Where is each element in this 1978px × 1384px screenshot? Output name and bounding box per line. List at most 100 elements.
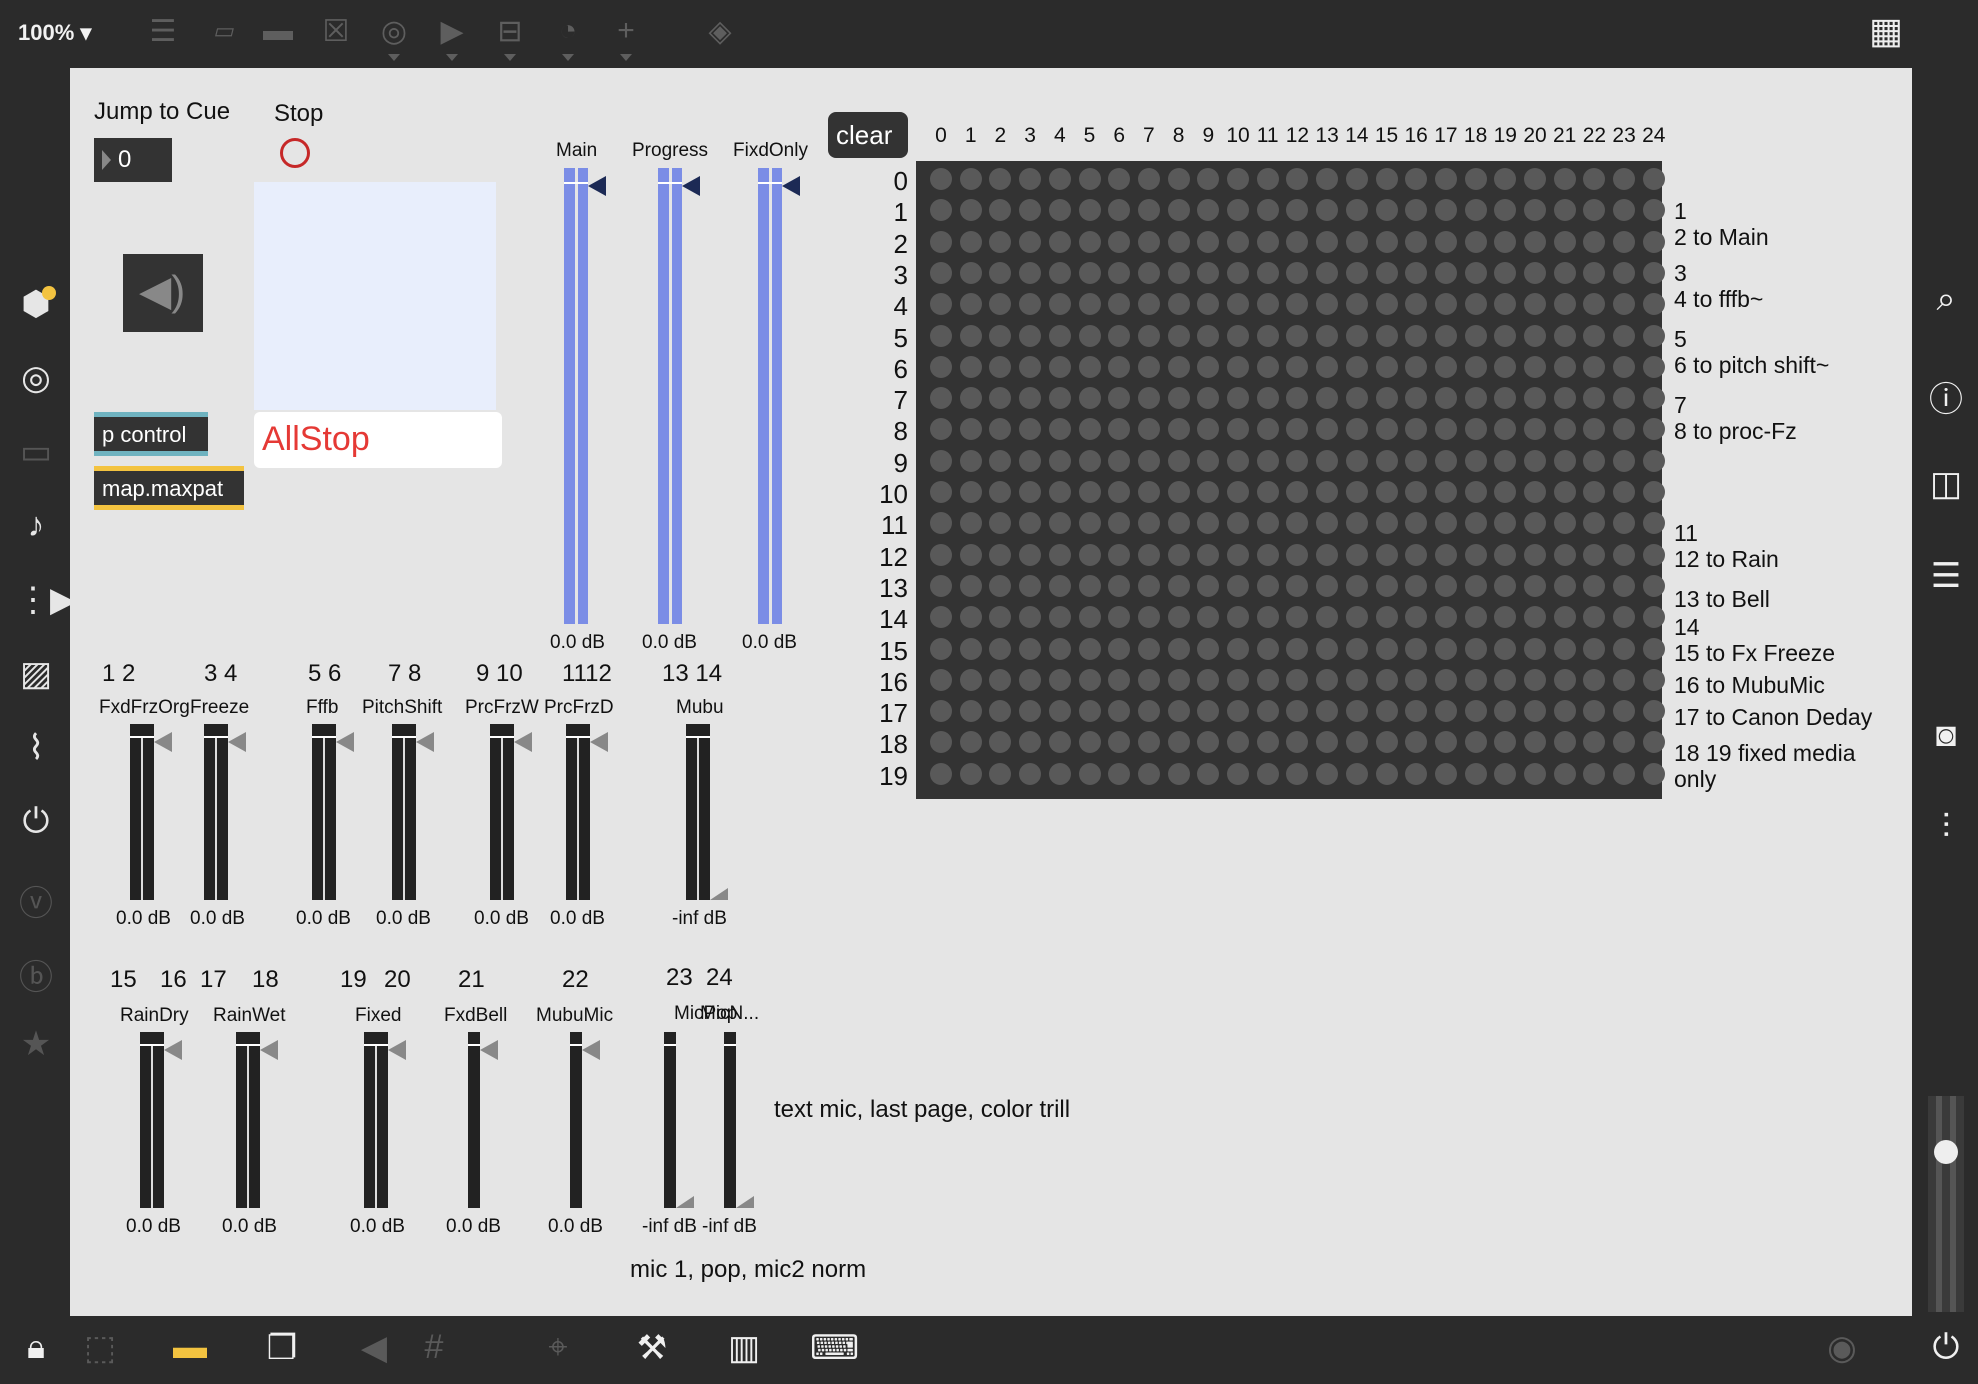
fixdonly-gain-meter[interactable] [758, 168, 782, 624]
matrix-cell[interactable] [1345, 543, 1368, 566]
matrix-cell[interactable] [1434, 731, 1457, 754]
matrix-cell[interactable] [1405, 418, 1428, 441]
matrix-cell[interactable] [1524, 606, 1546, 629]
matrix-cell[interactable] [1375, 449, 1398, 472]
matrix-cell[interactable] [1405, 762, 1428, 785]
mute-icon[interactable]: ◀ [350, 1328, 398, 1368]
matrix-cell[interactable] [1553, 418, 1576, 441]
matrix-cell[interactable] [1375, 324, 1398, 347]
matrix-cell[interactable] [1019, 199, 1042, 222]
matrix-cell[interactable] [959, 449, 982, 472]
matrix-cell[interactable] [1405, 324, 1428, 347]
matrix-cell[interactable] [1048, 230, 1071, 253]
matrix-cell[interactable] [1583, 574, 1606, 597]
wrench-icon[interactable]: ⚒ [628, 1328, 676, 1368]
matrix-cell[interactable] [1048, 731, 1071, 754]
matrix-cell[interactable] [959, 387, 982, 410]
matrix-cell[interactable] [1286, 762, 1309, 785]
matrix-cell[interactable] [1167, 449, 1190, 472]
matrix-cell[interactable] [1642, 606, 1665, 629]
matrix-cell[interactable] [1048, 762, 1071, 785]
matrix-cell[interactable] [1375, 418, 1398, 441]
matrix-cell[interactable] [1375, 543, 1398, 566]
matrix-cell[interactable] [1494, 637, 1517, 660]
matrix-cell[interactable] [1048, 324, 1071, 347]
matrix-cell[interactable] [989, 762, 1012, 785]
matrix-cell[interactable] [1256, 762, 1279, 785]
gain-slider-handle[interactable] [260, 1040, 278, 1060]
matrix-cell[interactable] [989, 355, 1012, 378]
matrix-cell[interactable] [1227, 418, 1249, 441]
matrix-cell[interactable] [1286, 574, 1309, 597]
message-icon[interactable]: ▭ [203, 18, 243, 44]
matrix-cell[interactable] [1048, 418, 1071, 441]
matrix-cell[interactable] [1494, 700, 1517, 723]
matrix-cell[interactable] [1286, 731, 1309, 754]
matrix-cell[interactable] [1078, 731, 1101, 754]
matrix-cell[interactable] [1642, 731, 1665, 754]
matrix-cell[interactable] [1583, 230, 1606, 253]
matrix-cell[interactable] [1227, 261, 1249, 284]
matrix-cell[interactable] [1583, 481, 1606, 503]
matrix-cell[interactable] [959, 168, 982, 190]
matrix-cell[interactable] [1464, 293, 1487, 316]
matrix-cell[interactable] [1405, 512, 1428, 535]
progress-gain-meter[interactable] [658, 168, 682, 624]
matrix-cell[interactable] [1108, 293, 1131, 316]
matrix-cell[interactable] [1494, 199, 1517, 222]
grid-icon[interactable]: # [410, 1328, 458, 1367]
matrix-cell[interactable] [1227, 668, 1249, 691]
matrix-cell[interactable] [1108, 543, 1131, 566]
matrix-cell[interactable] [1553, 543, 1576, 566]
matrix-cell[interactable] [1167, 199, 1190, 222]
matrix-cell[interactable] [989, 731, 1012, 754]
matrix-cell[interactable] [1227, 387, 1249, 410]
matrix-cell[interactable] [1613, 637, 1636, 660]
matrix-cell[interactable] [1227, 230, 1249, 253]
matrix-cell[interactable] [1375, 387, 1398, 410]
matrix-cell[interactable] [959, 418, 982, 441]
matrix-cell[interactable] [1019, 574, 1042, 597]
matrix-cell[interactable] [1524, 324, 1546, 347]
volume-meter[interactable] [1928, 1096, 1964, 1312]
matrix-cell[interactable] [1227, 324, 1249, 347]
matrix-cell[interactable] [1345, 324, 1368, 347]
matrix-cell[interactable] [1583, 637, 1606, 660]
matrix-cell[interactable] [1048, 700, 1071, 723]
matrix-cell[interactable] [1375, 293, 1398, 316]
matrix-cell[interactable] [1137, 512, 1160, 535]
matrix-cell[interactable] [1434, 700, 1457, 723]
matrix-cell[interactable] [1345, 606, 1368, 629]
matrix-cell[interactable] [959, 261, 982, 284]
matrix-cell[interactable] [1375, 512, 1398, 535]
rainwet-gain-meter[interactable] [236, 1032, 260, 1208]
matrix-cell[interactable] [1197, 606, 1220, 629]
matrix-cell[interactable] [989, 387, 1012, 410]
gain-slider-handle[interactable] [480, 1040, 498, 1060]
matrix-cell[interactable] [1197, 293, 1220, 316]
matrix-cell[interactable] [1345, 762, 1368, 785]
matrix-cell[interactable] [1375, 481, 1398, 503]
matrix-cell[interactable] [1583, 324, 1606, 347]
matrix-cell[interactable] [1553, 199, 1576, 222]
matrix-cell[interactable] [1316, 762, 1339, 785]
matrix-cell[interactable] [1494, 449, 1517, 472]
matrix-cell[interactable] [1078, 387, 1101, 410]
matrix-cell[interactable] [1167, 731, 1190, 754]
matrix-cell[interactable] [1345, 668, 1368, 691]
info-icon[interactable]: ⓘ [1926, 372, 1966, 421]
matrix-cell[interactable] [1642, 449, 1665, 472]
matrix-cell[interactable] [1464, 230, 1487, 253]
matrix-cell[interactable] [1167, 418, 1190, 441]
matrix-cell[interactable] [959, 700, 982, 723]
matrix-cell[interactable] [1405, 230, 1428, 253]
matrix-cell[interactable] [1197, 543, 1220, 566]
matrix-cell[interactable] [1048, 574, 1071, 597]
matrix-cell[interactable] [1197, 168, 1220, 190]
matrix-cell[interactable] [1167, 606, 1190, 629]
add-icon[interactable]: + [606, 14, 646, 61]
matrix-cell[interactable] [1345, 449, 1368, 472]
matrix-cell[interactable] [1494, 481, 1517, 503]
matrix-cell[interactable] [1345, 355, 1368, 378]
gain-slider-handle[interactable] [736, 1196, 754, 1208]
